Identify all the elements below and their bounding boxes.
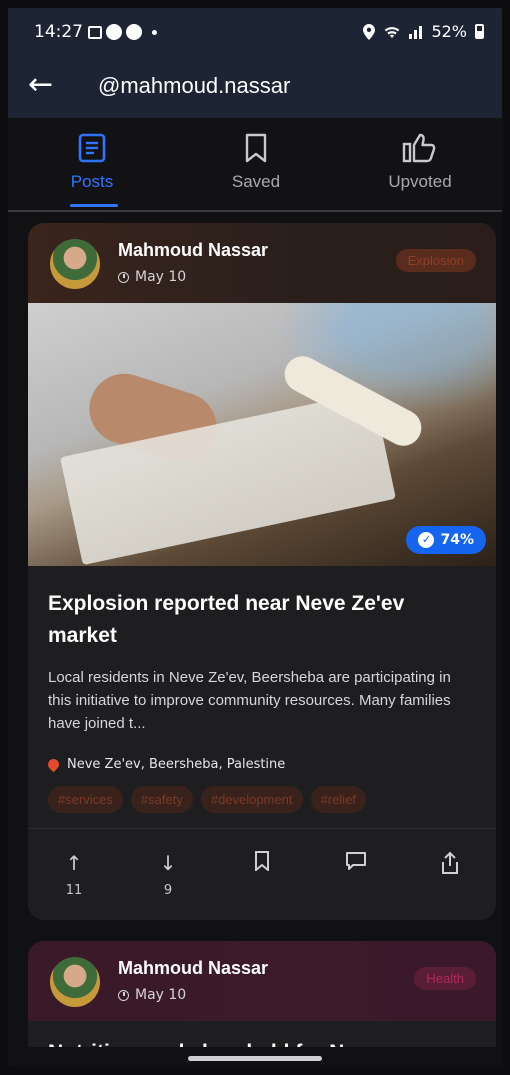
- downvote-count: 9: [163, 883, 173, 898]
- profile-tabs: Posts Saved Upvoted: [8, 118, 502, 212]
- location-icon: [363, 23, 376, 40]
- post-actions: ↑ 11 ↓ 9: [28, 845, 496, 905]
- image-icon: [88, 25, 102, 39]
- post-location-text: Neve Ze'ev, Beersheba, Palestine: [67, 757, 286, 772]
- clock-icon: [118, 989, 129, 1001]
- author-name[interactable]: Mahmoud Nassar: [118, 240, 268, 261]
- confidence-badge: ✓ 74%: [406, 526, 486, 554]
- status-right: 52%: [363, 22, 484, 41]
- app-frame: 14:27 52% ← @mahmoud.nassar Posts Saved …: [8, 8, 502, 1067]
- post-card[interactable]: Mahmoud Nassar May 10 Explosion ✓ 74% Ex…: [28, 223, 496, 920]
- tab-posts-label: Posts: [70, 172, 114, 191]
- home-handle[interactable]: [188, 1056, 322, 1061]
- author-name[interactable]: Mahmoud Nassar: [118, 958, 268, 979]
- notification-badge-icon: [126, 24, 142, 40]
- post-title[interactable]: Explosion reported near Neve Ze'ev marke…: [48, 588, 476, 652]
- back-arrow-icon[interactable]: ←: [28, 68, 53, 102]
- tag-chip[interactable]: #relief: [310, 786, 366, 813]
- system-nav-bar: [8, 1047, 502, 1067]
- post-header: Mahmoud Nassar May 10 Explosion: [28, 223, 496, 303]
- upvote-button[interactable]: ↑ 11: [52, 851, 96, 898]
- arrow-up-icon: ↑: [65, 851, 83, 875]
- post-image[interactable]: ✓ 74%: [28, 303, 496, 566]
- tab-saved[interactable]: Saved: [174, 130, 338, 206]
- post-body: Explosion reported near Neve Ze'ev marke…: [28, 566, 496, 813]
- thumbs-up-icon: [402, 133, 436, 163]
- app-bar: ← @mahmoud.nassar: [8, 60, 502, 118]
- post-date: May 10: [118, 269, 186, 285]
- top-bar: 14:27 52% ← @mahmoud.nassar: [8, 8, 502, 118]
- battery-icon: [475, 24, 484, 39]
- wifi-icon: [385, 26, 400, 38]
- dot-icon: [152, 29, 157, 35]
- status-time: 14:27: [34, 22, 83, 42]
- status-bar: 14:27 52%: [8, 8, 502, 56]
- tab-upvoted[interactable]: Upvoted: [338, 130, 502, 206]
- tab-upvoted-label: Upvoted: [388, 172, 452, 191]
- location-pin-icon: [45, 756, 62, 773]
- tab-active-indicator: [70, 204, 118, 207]
- arrow-down-icon: ↓: [159, 851, 177, 875]
- tab-saved-label: Saved: [231, 172, 281, 191]
- comment-button[interactable]: [334, 851, 378, 875]
- confidence-value: 74%: [440, 532, 474, 548]
- bookmark-icon: [255, 851, 269, 873]
- share-icon: [442, 851, 458, 874]
- category-badge: Explosion: [395, 249, 476, 272]
- avatar[interactable]: [50, 957, 100, 1007]
- tag-chip[interactable]: #services: [48, 786, 123, 813]
- tag-chip[interactable]: #development: [200, 786, 303, 813]
- notification-badge-icon: [106, 24, 122, 40]
- post-date-text: May 10: [135, 269, 187, 285]
- post-header: Mahmoud Nassar May 10 Health: [28, 941, 496, 1021]
- share-button[interactable]: [428, 851, 472, 879]
- bookmark-button[interactable]: [240, 851, 284, 875]
- notification-icons: [88, 24, 157, 40]
- tab-posts[interactable]: Posts: [10, 130, 174, 206]
- post-date: May 10: [118, 987, 186, 1003]
- post-excerpt: Local residents in Neve Ze'ev, Beersheba…: [48, 669, 451, 732]
- comment-icon: [346, 852, 366, 870]
- downvote-button[interactable]: ↓ 9: [146, 851, 190, 898]
- category-badge: Health: [414, 967, 476, 990]
- page-title: @mahmoud.nassar: [98, 73, 291, 98]
- tag-chip[interactable]: #safety: [130, 786, 193, 813]
- clock-icon: [118, 271, 129, 283]
- avatar[interactable]: [50, 239, 100, 289]
- post-location: Neve Ze'ev, Beersheba, Palestine: [45, 756, 476, 773]
- post-date-text: May 10: [135, 987, 187, 1003]
- signal-icon: [409, 25, 423, 39]
- upvote-count: 11: [65, 883, 83, 898]
- battery-percent: 52%: [431, 22, 467, 41]
- tag-list: #services #safety #development #relief: [48, 786, 476, 813]
- card-divider: [28, 828, 496, 829]
- document-icon: [78, 133, 106, 163]
- verified-check-icon: ✓: [418, 532, 435, 548]
- bookmark-icon: [245, 133, 267, 163]
